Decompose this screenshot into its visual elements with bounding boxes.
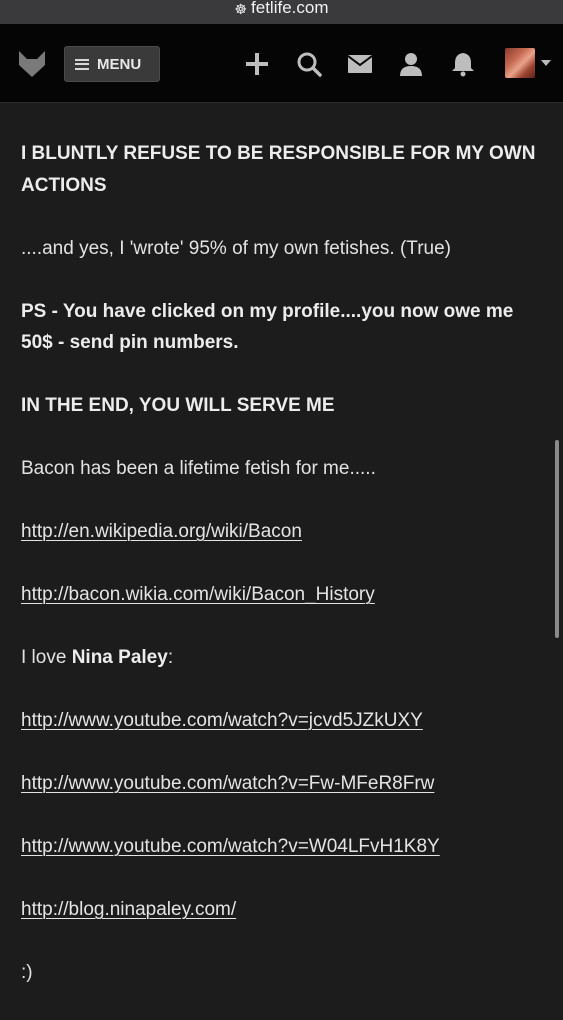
scrollbar[interactable] <box>555 440 559 638</box>
avatar[interactable] <box>505 48 535 78</box>
profile-about-text: I BLUNTLY REFUSE TO BE RESPONSIBLE FOR M… <box>21 138 546 1020</box>
top-navigation: MENU <box>0 24 563 103</box>
hamburger-icon <box>75 58 89 70</box>
bold-statement-ps: PS - You have clicked on my profile....y… <box>21 300 514 354</box>
search-icon[interactable] <box>296 51 322 77</box>
link-bacon-history[interactable]: http://bacon.wikia.com/wiki/Bacon_Histor… <box>21 584 375 605</box>
site-icon: ☸ <box>234 0 248 17</box>
plus-icon[interactable] <box>244 51 270 77</box>
love-suffix: : <box>167 647 174 668</box>
bold-statement-1: I BLUNTLY REFUSE TO BE RESPONSIBLE FOR M… <box>21 143 536 196</box>
love-name: Nina Paley <box>71 647 168 668</box>
menu-button[interactable]: MENU <box>64 46 160 82</box>
menu-label: MENU <box>97 55 142 73</box>
love-prefix: I love <box>21 647 72 668</box>
link-youtube-1[interactable]: http://www.youtube.com/watch?v=jcvd5JZkU… <box>21 710 423 731</box>
link-wikipedia-bacon[interactable]: http://en.wikipedia.org/wiki/Bacon <box>21 521 302 542</box>
bell-icon[interactable] <box>450 51 476 77</box>
closing-smiley: :) <box>21 962 33 983</box>
user-icon[interactable] <box>398 51 424 77</box>
fox-logo-icon[interactable] <box>17 48 47 78</box>
link-youtube-3[interactable]: http://www.youtube.com/watch?v=W04LFvH1K… <box>21 836 440 857</box>
caret-down-icon[interactable] <box>541 60 551 66</box>
paragraph-bacon: Bacon has been a lifetime fetish for me.… <box>21 458 376 479</box>
browser-url-bar[interactable]: ☸ fetlife.com <box>0 0 563 24</box>
paragraph-fetishes: ....and yes, I 'wrote' 95% of my own fet… <box>21 237 451 259</box>
link-youtube-2[interactable]: http://www.youtube.com/watch?v=Fw-MFeR8F… <box>21 773 434 794</box>
paragraph-love: I love Nina Paley: <box>21 642 546 674</box>
bold-statement-serve: IN THE END, YOU WILL SERVE ME <box>21 395 335 416</box>
url-text: fetlife.com <box>251 0 329 17</box>
mail-icon[interactable] <box>347 51 373 77</box>
link-blog[interactable]: http://blog.ninapaley.com/ <box>21 899 236 920</box>
